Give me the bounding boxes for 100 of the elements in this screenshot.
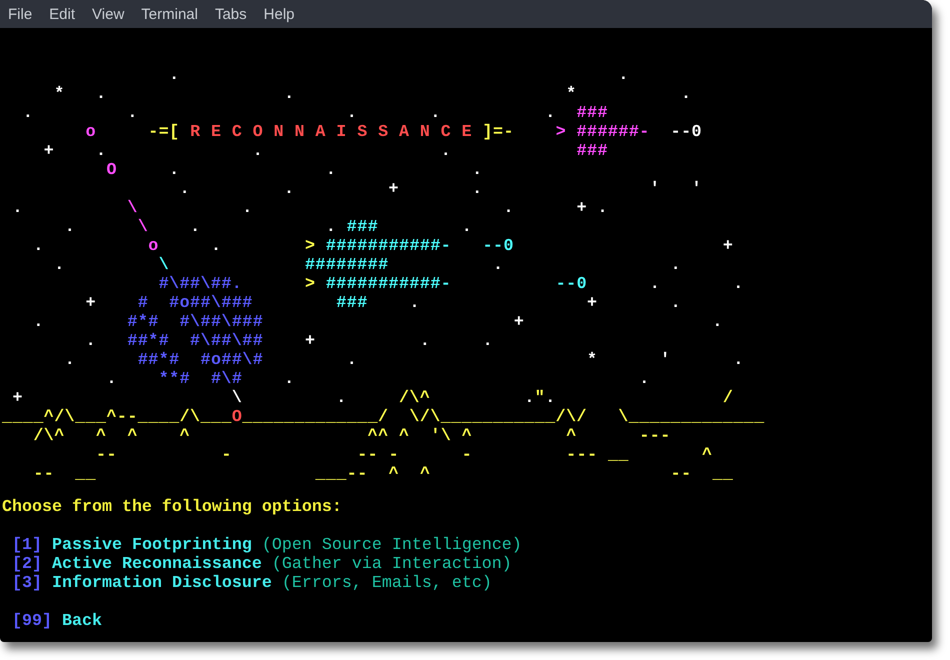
ascii-art: ^: [127, 427, 138, 446]
ascii-art: .: [733, 351, 744, 370]
ascii-art: .: [33, 237, 44, 256]
ascii-art: .: [639, 370, 650, 389]
ascii-art: ^: [566, 427, 577, 446]
ascii-art: .: [420, 332, 430, 351]
ascii-art: ##*# #o##\#: [138, 351, 264, 370]
ascii-art: ': [691, 180, 702, 199]
ascii-art: .: [598, 199, 608, 218]
ascii-art: .: [190, 218, 201, 237]
ascii-art: .: [54, 256, 65, 275]
ascii-art: .: [681, 85, 692, 104]
ascii-art: ': [650, 180, 660, 199]
ascii-art: .: [346, 104, 358, 123]
ascii-art: o: [86, 123, 96, 142]
ascii-art: ##*# #\##\##: [127, 332, 264, 351]
ascii-art: \: [138, 218, 148, 237]
ascii-art: **# #\#: [158, 370, 242, 389]
ascii-art: --0: [670, 123, 702, 142]
ascii-art: # #o##\###: [138, 294, 253, 313]
ascii-art: ]=-: [482, 123, 514, 142]
ascii-art: .: [670, 256, 682, 275]
ascii-art: *: [54, 85, 65, 104]
ascii-art: --: [346, 465, 368, 484]
ascii-art: >: [304, 237, 316, 256]
ascii-art: ^^: [368, 427, 389, 446]
menu-item[interactable]: File: [8, 6, 32, 22]
ascii-art: .: [96, 85, 106, 104]
ascii-art: \: [158, 256, 170, 275]
ascii-art: \: [232, 389, 242, 408]
ascii-art: --: [670, 465, 692, 484]
ascii-art: --: [96, 446, 117, 465]
ascii-art: --: [357, 446, 378, 465]
ascii-art: .: [169, 161, 180, 180]
menu-item[interactable]: Terminal: [141, 6, 198, 22]
ascii-art: +: [304, 332, 316, 351]
ascii-art: .: [180, 180, 190, 199]
ascii-art: R E C O N N A I S S A N C E: [190, 123, 472, 142]
ascii-art: ---: [639, 427, 671, 446]
ascii-art: ###: [576, 142, 608, 161]
ascii-art: __: [608, 446, 629, 465]
ascii-art: .: [242, 199, 253, 218]
menu-item[interactable]: Edit: [49, 6, 76, 22]
ascii-art: _____________/ \/\___________/\/ \_____________: [242, 408, 765, 427]
ascii-art: >: [556, 123, 566, 142]
ascii-art: .: [64, 351, 76, 370]
ascii-art: ____^/\___^--____/\___: [2, 408, 232, 427]
ascii-art: .: [127, 104, 138, 123]
ascii-art: ######-: [576, 123, 650, 142]
menu-option: [1] Passive Footprinting (Open Source Intelligence): [12, 536, 522, 555]
ascii-art: +: [44, 142, 54, 161]
ascii-art: *: [566, 85, 577, 104]
ascii-art: --0: [556, 275, 588, 294]
ascii-art: ###: [346, 218, 378, 237]
ascii-art: ': [660, 351, 671, 370]
ascii-art: ###########-: [326, 237, 452, 256]
ascii-art: *: [587, 351, 598, 370]
ascii-art: ---: [566, 446, 598, 465]
ascii-art: -: [388, 446, 400, 465]
ascii-art: ^: [462, 427, 472, 446]
ascii-art: --: [33, 465, 54, 484]
ascii-art: ^: [702, 446, 712, 465]
ascii-art: >: [304, 275, 316, 294]
ascii-art: #\##\##.: [158, 275, 242, 294]
ascii-art: ###: [336, 294, 368, 313]
ascii-art: .: [472, 161, 483, 180]
ascii-art: ^: [180, 427, 190, 446]
ascii-art: -=[: [148, 123, 180, 142]
menu-item[interactable]: Help: [264, 6, 295, 22]
ascii-art: .: [284, 85, 295, 104]
ascii-art: .: [430, 104, 441, 123]
ascii-art: ^: [96, 427, 106, 446]
ascii-art: --0: [482, 237, 514, 256]
ascii-art: +: [576, 199, 588, 218]
ascii-art: .: [440, 142, 452, 161]
ascii-art: .: [545, 104, 556, 123]
ascii-art: +: [722, 237, 734, 256]
ascii-art: .: [733, 275, 744, 294]
ascii-art: .: [169, 66, 180, 85]
ascii-art: .: [462, 218, 472, 237]
ascii-art: .: [650, 275, 660, 294]
ascii-art: O: [106, 161, 117, 180]
ascii-art: .: [284, 370, 295, 389]
ascii-art: ###: [576, 104, 608, 123]
ascii-art: O: [232, 408, 242, 427]
ascii-art: .: [326, 218, 336, 237]
ascii-art: +: [86, 294, 96, 313]
ascii-art: /\^: [398, 389, 430, 408]
ascii-art: .: [22, 104, 34, 123]
ascii-art: +: [12, 389, 23, 408]
ascii-art: .: [326, 161, 336, 180]
menu-item[interactable]: Tabs: [214, 6, 247, 22]
ascii-art: .: [33, 313, 44, 332]
menu-option: [3] Information Disclosure (Errors, Emails, etc): [12, 574, 492, 593]
ascii-art: .: [64, 218, 76, 237]
ascii-art: .: [712, 313, 723, 332]
menu-item[interactable]: View: [92, 6, 124, 22]
ascii-art: /\^: [33, 427, 65, 446]
ascii-art: .: [12, 199, 23, 218]
ascii-art: .: [284, 180, 294, 199]
